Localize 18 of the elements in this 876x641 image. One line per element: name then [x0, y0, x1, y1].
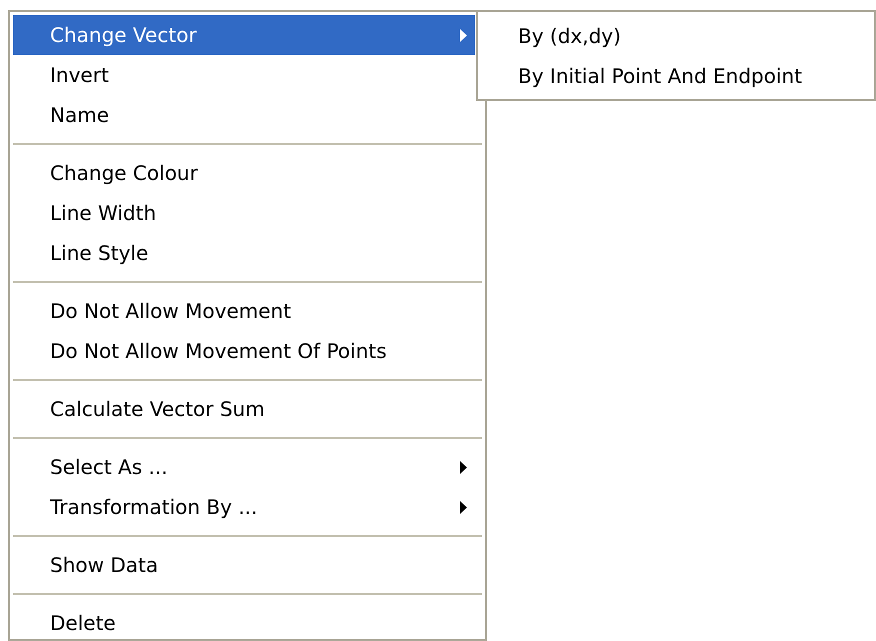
menu-item[interactable]: Delete [13, 603, 475, 639]
submenu-arrow-icon [460, 29, 467, 42]
menu-item[interactable]: Do Not Allow Movement Of Points [13, 331, 475, 371]
menu-item[interactable]: Line Style [13, 233, 475, 273]
menu-item[interactable]: Change Vector [13, 15, 475, 55]
menu-item[interactable]: Do Not Allow Movement [13, 291, 475, 331]
menu-item[interactable]: Invert [13, 55, 475, 95]
menu-item[interactable]: By Initial Point And Endpoint [478, 56, 874, 96]
menu-item[interactable]: Show Data [13, 545, 475, 585]
menu-item[interactable]: Calculate Vector Sum [13, 389, 475, 429]
menu-item[interactable]: Name [13, 95, 475, 135]
menu-item[interactable]: Change Colour [13, 153, 475, 193]
menu-item[interactable]: Select As ... [13, 447, 475, 487]
menu-item[interactable]: Transformation By ... [13, 487, 475, 527]
menu-item[interactable]: By (dx,dy) [478, 16, 874, 56]
menu-item[interactable]: Line Width [13, 193, 475, 233]
submenu-arrow-icon [460, 461, 467, 474]
submenu-arrow-icon [460, 501, 467, 514]
